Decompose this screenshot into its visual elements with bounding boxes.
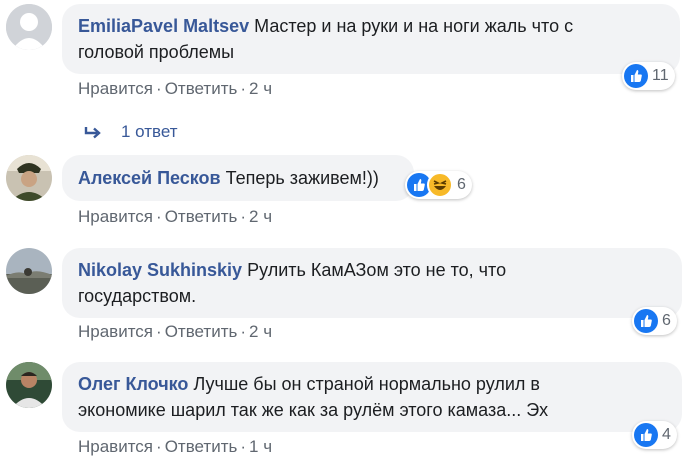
reaction-summary[interactable]: 4 bbox=[632, 421, 677, 449]
user-photo bbox=[6, 155, 52, 201]
reply-arrow-icon bbox=[84, 127, 101, 139]
separator-dot: · bbox=[156, 79, 162, 98]
like-reaction-icon bbox=[634, 309, 658, 333]
separator-dot: · bbox=[240, 79, 247, 98]
comment-author[interactable]: Nikolay Sukhinskiy bbox=[78, 260, 242, 280]
reply-link[interactable]: Ответить bbox=[165, 322, 238, 341]
reaction-count: 6 bbox=[457, 176, 466, 193]
default-avatar-icon bbox=[6, 4, 52, 50]
comment-actions: Нравится · Ответить · 2 ч bbox=[78, 79, 272, 99]
avatar[interactable] bbox=[6, 362, 52, 408]
like-link[interactable]: Нравится bbox=[78, 207, 153, 226]
user-photo bbox=[6, 362, 52, 408]
separator-dot: · bbox=[240, 207, 247, 226]
like-reaction-icon bbox=[624, 64, 648, 88]
user-photo bbox=[6, 248, 52, 294]
comment-text: Теперь заживем!)) bbox=[225, 168, 379, 188]
comment-author[interactable]: Олег Клочко bbox=[78, 374, 188, 394]
reaction-count: 11 bbox=[652, 67, 669, 84]
comment-text-line2: головой проблемы bbox=[78, 42, 235, 62]
comment-bubble: EmiliaPavel Maltsev Мастер и на руки и н… bbox=[62, 4, 680, 74]
comment-actions: Нравится · Ответить · 1 ч bbox=[78, 437, 272, 457]
reaction-summary[interactable]: 11 bbox=[622, 62, 675, 90]
haha-reaction-icon bbox=[427, 172, 453, 198]
reply-link[interactable]: Ответить bbox=[165, 79, 238, 98]
like-link[interactable]: Нравится bbox=[78, 437, 153, 456]
avatar[interactable] bbox=[6, 155, 52, 201]
reaction-summary[interactable]: 6 bbox=[405, 171, 472, 199]
comment-text-line2: экономике шарил так же как за рулём этог… bbox=[78, 400, 549, 420]
avatar[interactable] bbox=[6, 248, 52, 294]
comment-bubble: Алексей Песков Теперь заживем!)) bbox=[62, 155, 414, 201]
like-link[interactable]: Нравится bbox=[78, 322, 153, 341]
comment-text: Лучше бы он страной нормально рулил в bbox=[193, 374, 540, 394]
reaction-count: 6 bbox=[662, 312, 671, 329]
avatar[interactable] bbox=[6, 4, 52, 50]
comment-bubble: Nikolay Sukhinskiy Рулить КамАЗом это не… bbox=[62, 248, 682, 318]
reply-link[interactable]: Ответить bbox=[165, 437, 238, 456]
separator-dot: · bbox=[156, 437, 162, 456]
separator-dot: · bbox=[240, 322, 247, 341]
comment-author[interactable]: EmiliaPavel Maltsev bbox=[78, 16, 249, 36]
reaction-summary[interactable]: 6 bbox=[632, 307, 677, 335]
reaction-count: 4 bbox=[662, 426, 671, 443]
view-replies-button[interactable]: 1 ответ bbox=[84, 120, 178, 144]
separator-dot: · bbox=[240, 437, 247, 456]
reply-link[interactable]: Ответить bbox=[165, 207, 238, 226]
comment-author[interactable]: Алексей Песков bbox=[78, 168, 221, 188]
comment-text: Рулить КамАЗом это не то, что bbox=[247, 260, 507, 280]
comment-actions: Нравится · Ответить · 2 ч bbox=[78, 207, 272, 227]
like-reaction-icon bbox=[634, 423, 658, 447]
comment-text-line2: государством. bbox=[78, 286, 197, 306]
separator-dot: · bbox=[156, 207, 162, 226]
comment-actions: Нравится · Ответить · 2 ч bbox=[78, 322, 272, 342]
comment-bubble: Олег Клочко Лучше бы он страной нормальн… bbox=[62, 362, 682, 432]
separator-dot: · bbox=[156, 322, 162, 341]
comment-timestamp[interactable]: 1 ч bbox=[249, 437, 272, 456]
replies-count-label: 1 ответ bbox=[121, 122, 178, 141]
comment-text: Мастер и на руки и на ноги жаль что с bbox=[254, 16, 574, 36]
comment-timestamp[interactable]: 2 ч bbox=[249, 207, 272, 226]
like-link[interactable]: Нравится bbox=[78, 79, 153, 98]
comment-timestamp[interactable]: 2 ч bbox=[249, 79, 272, 98]
comment-timestamp[interactable]: 2 ч bbox=[249, 322, 272, 341]
